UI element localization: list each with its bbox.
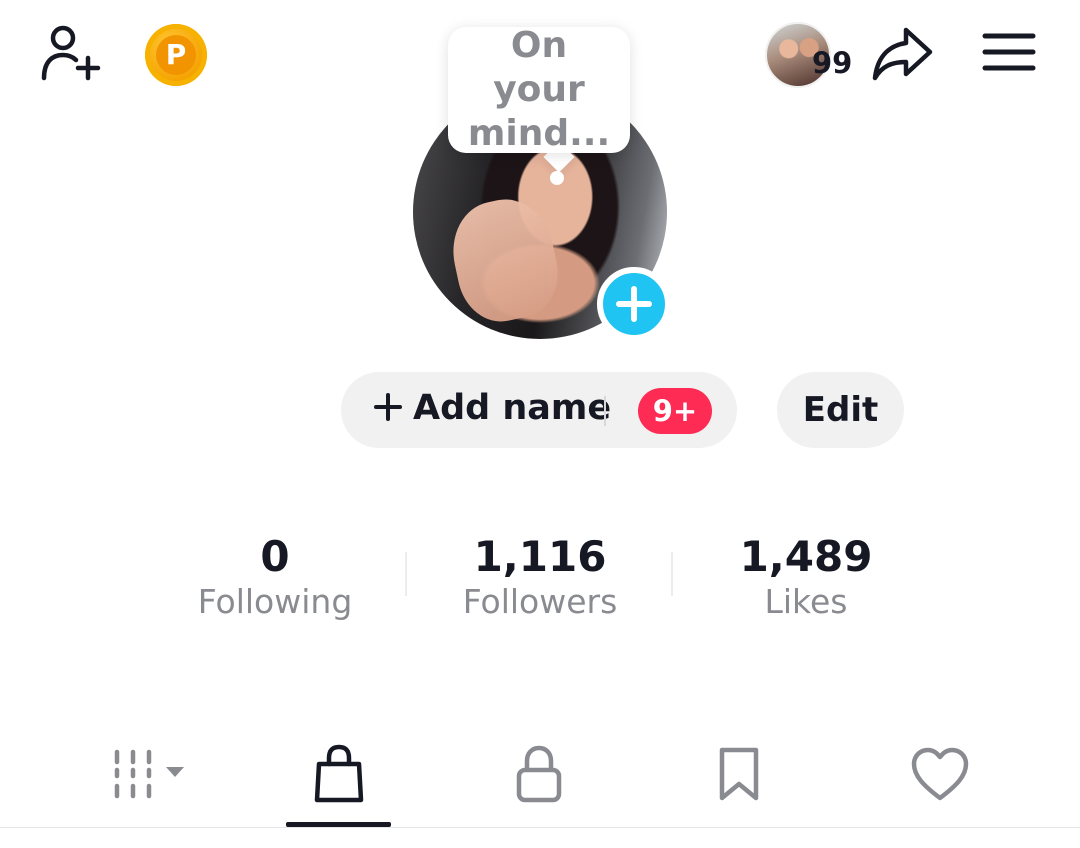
- tab-shop[interactable]: [294, 734, 384, 814]
- tab-private[interactable]: [494, 734, 584, 814]
- plus-icon: [616, 286, 652, 322]
- add-friend-button[interactable]: [38, 22, 104, 84]
- tab-videos[interactable]: [100, 734, 190, 814]
- stat-followers[interactable]: 1,116 Followers: [425, 532, 655, 622]
- stat-label: Followers: [462, 582, 618, 621]
- add-story-button[interactable]: [597, 267, 671, 341]
- lock-icon: [516, 745, 562, 803]
- bubble-dot: [550, 171, 564, 185]
- share-button[interactable]: [870, 24, 936, 84]
- add-friend-icon: [41, 25, 101, 81]
- edit-profile-button[interactable]: Edit: [777, 372, 904, 448]
- heart-icon: [911, 747, 969, 801]
- stat-following[interactable]: 0 Following: [160, 532, 390, 622]
- tab-liked[interactable]: [895, 734, 985, 814]
- stat-divider: [405, 552, 407, 596]
- stat-likes[interactable]: 1,489 Likes: [691, 532, 921, 622]
- stat-value: 1,116: [473, 532, 607, 581]
- friends-count: 99: [812, 46, 853, 80]
- stat-divider: [671, 552, 673, 596]
- plus-icon: [374, 393, 402, 421]
- divider: [0, 827, 1080, 828]
- status-bubble-text: On your mind...: [467, 25, 611, 154]
- grid-icon: [114, 749, 184, 799]
- menu-icon: [982, 33, 1036, 71]
- bookmark-icon: [719, 747, 759, 801]
- tab-saved[interactable]: [694, 734, 784, 814]
- stat-value: 1,489: [739, 532, 873, 581]
- divider: [604, 396, 606, 426]
- dropdown-arrow-icon: [166, 767, 184, 777]
- add-name-label: Add name: [413, 388, 612, 428]
- add-name-label-wrap: Add name: [373, 388, 611, 428]
- menu-button[interactable]: [982, 30, 1036, 76]
- stat-label: Following: [197, 582, 353, 621]
- coin-button[interactable]: P: [145, 24, 207, 86]
- status-bubble[interactable]: On your mind...: [448, 25, 630, 154]
- share-icon: [872, 27, 933, 81]
- coin-icon: P: [156, 35, 196, 75]
- notification-badge: 9+: [638, 388, 712, 434]
- stat-value: 0: [260, 532, 290, 581]
- stat-label: Likes: [764, 582, 848, 621]
- shopping-bag-icon: [314, 744, 364, 803]
